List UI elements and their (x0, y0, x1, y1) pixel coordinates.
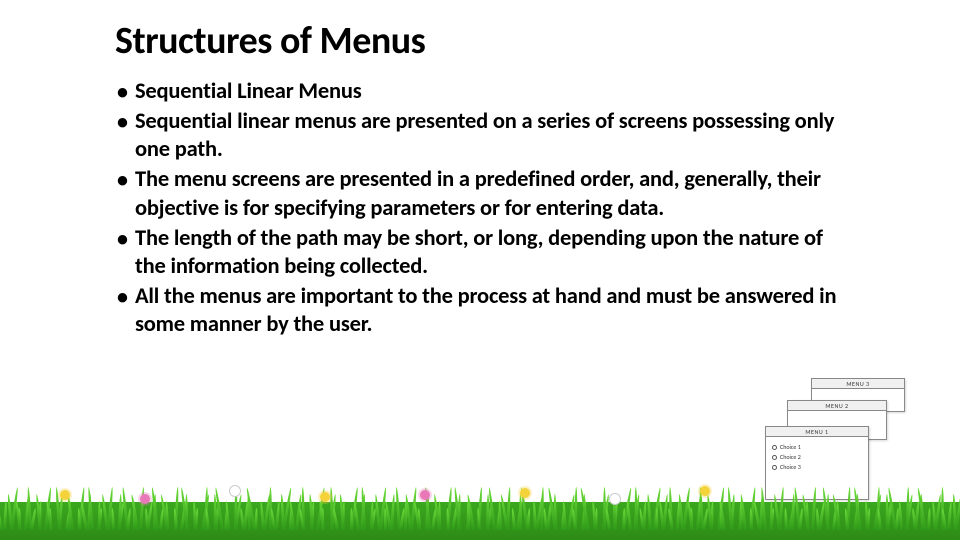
bullet-item: All the menus are important to the proce… (115, 283, 855, 339)
bullet-item: Sequential Linear Menus (115, 78, 855, 106)
radio-icon (772, 465, 777, 470)
bullet-list: Sequential Linear Menus Sequential linea… (115, 78, 855, 339)
bullet-item: The menu screens are presented in a pred… (115, 166, 855, 222)
menu-option-label: Choice 2 (780, 453, 801, 461)
menu-option-label: Choice 1 (780, 443, 801, 451)
bullet-item: The length of the path may be short, or … (115, 225, 855, 281)
slide: Structures of Menus Sequential Linear Me… (0, 0, 960, 540)
grass-decoration (0, 470, 960, 540)
menu-option: Choice 2 (772, 453, 862, 461)
menu-option: Choice 1 (772, 443, 862, 451)
radio-icon (772, 455, 777, 460)
menu-dialog-2-title: MENU 2 (788, 401, 886, 411)
slide-content: Structures of Menus Sequential Linear Me… (115, 18, 855, 341)
slide-title: Structures of Menus (115, 18, 855, 64)
menu-dialog-3-title: MENU 3 (812, 379, 904, 389)
radio-icon (772, 445, 777, 450)
bullet-item: Sequential linear menus are presented on… (115, 108, 855, 164)
menu-dialog-1-title: MENU 1 (766, 427, 868, 437)
